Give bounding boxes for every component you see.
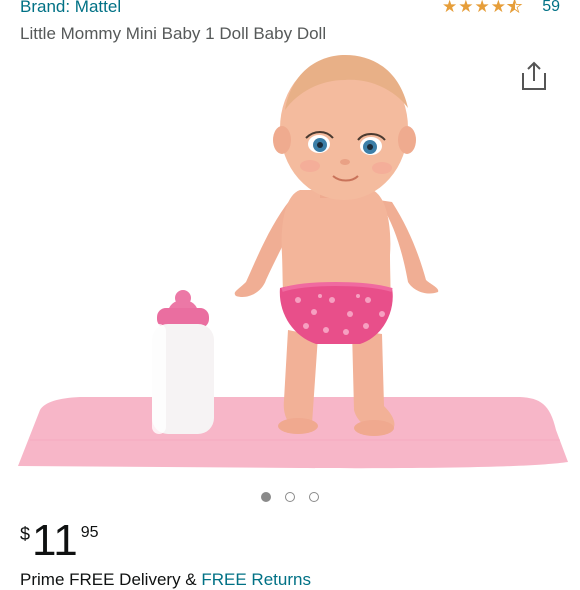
carousel-dot[interactable] xyxy=(285,492,295,502)
brand-link[interactable]: Brand: Mattel xyxy=(20,0,121,17)
price-fraction: 95 xyxy=(80,524,99,541)
star-icon: ★ xyxy=(458,0,474,16)
carousel-dot[interactable] xyxy=(261,492,271,502)
price-currency: $ xyxy=(20,524,31,544)
half-star-icon: ★ xyxy=(507,0,523,17)
star-icon: ★ xyxy=(474,0,490,16)
rating-count[interactable]: 59 xyxy=(542,0,560,16)
baby-bottle xyxy=(152,290,214,434)
product-image[interactable] xyxy=(0,45,580,480)
star-icon: ★ xyxy=(441,0,458,16)
header-row: Brand: Mattel ★ ★ ★ ★ ★ 59 xyxy=(20,0,564,19)
product-title: Little Mommy Mini Baby 1 Doll Baby Doll xyxy=(20,24,327,43)
delivery-info: Prime FREE Delivery & FREE Returns xyxy=(20,570,311,590)
carousel-dots xyxy=(0,492,580,502)
star-rating: ★ ★ ★ ★ ★ xyxy=(441,0,523,17)
star-icon: ★ xyxy=(490,0,506,16)
carousel-dot[interactable] xyxy=(309,492,319,502)
rating[interactable]: ★ ★ ★ ★ ★ 59 xyxy=(442,0,560,17)
price: $ 11 95 xyxy=(20,518,99,564)
doll xyxy=(234,55,439,436)
price-whole: 11 xyxy=(32,516,78,565)
